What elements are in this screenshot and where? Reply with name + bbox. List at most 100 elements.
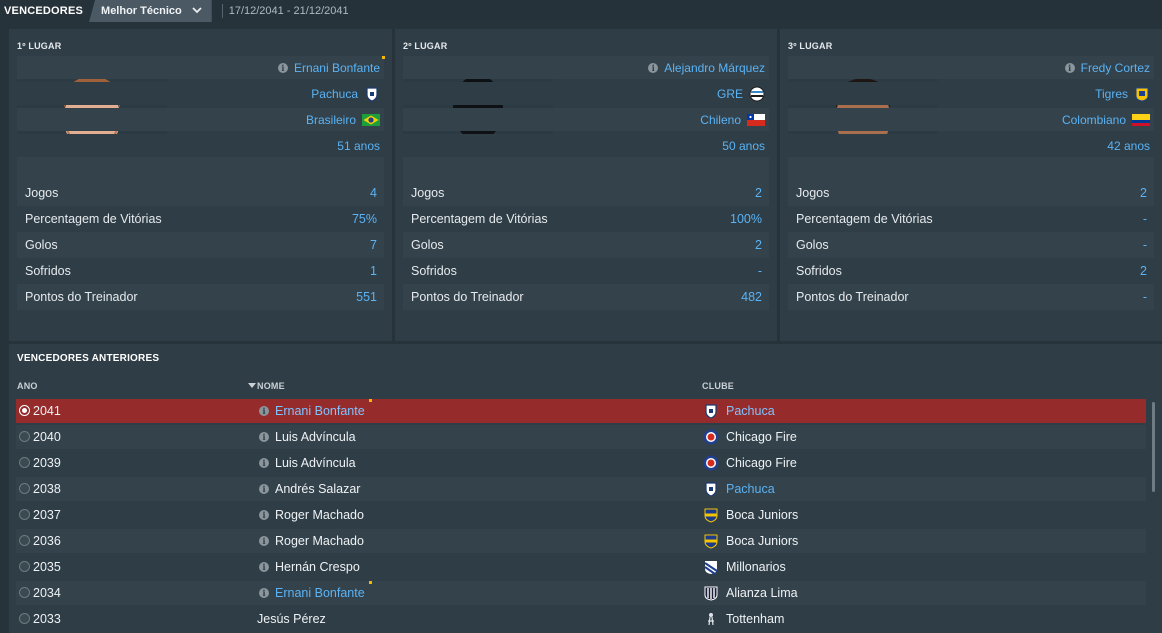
scrollbar[interactable] (1152, 402, 1155, 492)
radio-icon[interactable] (19, 587, 30, 598)
award-dropdown[interactable]: Melhor Técnico (89, 0, 212, 22)
column-header-club[interactable]: CLUBE (702, 381, 734, 391)
stat-row-conceded: Sofridos - (403, 258, 769, 284)
club-row[interactable]: Pachuca (17, 82, 384, 105)
radio-icon[interactable] (19, 535, 30, 546)
nationality-row[interactable]: Colombiano (788, 108, 1154, 131)
row-name-link[interactable]: Hernán Crespo (275, 560, 360, 574)
manager-name-row[interactable]: i Fredy Cortez (788, 56, 1154, 79)
radio-icon[interactable] (19, 561, 30, 572)
stat-value: 75% (351, 212, 377, 226)
info-icon[interactable]: i (259, 536, 269, 546)
stat-value: 1 (370, 264, 377, 278)
row-name-link[interactable]: Jesús Pérez (257, 612, 326, 626)
manager-name-row[interactable]: i Alejandro Márquez (403, 56, 769, 79)
row-name[interactable]: i Roger Machado (259, 508, 364, 522)
row-club[interactable]: Tottenham (703, 611, 784, 627)
radio-icon[interactable] (19, 613, 30, 624)
club-name[interactable]: GRE (717, 87, 743, 101)
row-club[interactable]: Boca Juniors (703, 507, 798, 523)
radio-icon[interactable] (19, 405, 30, 416)
manager-name[interactable]: Alejandro Márquez (664, 61, 765, 75)
info-icon[interactable]: i (1064, 62, 1075, 73)
row-name[interactable]: i Ernani Bonfante (259, 586, 365, 600)
row-club-link[interactable]: Tottenham (726, 612, 784, 626)
nationality-row[interactable]: Chileno (403, 108, 769, 131)
info-icon[interactable]: i (277, 62, 288, 73)
row-name[interactable]: i Luis Advíncula (259, 456, 356, 470)
row-club-link[interactable]: Pachuca (726, 482, 775, 496)
manager-name[interactable]: Ernani Bonfante (294, 61, 380, 75)
row-club[interactable]: Pachuca (703, 481, 775, 497)
row-name[interactable]: i Luis Advíncula (259, 430, 356, 444)
row-club[interactable]: Millonarios (703, 559, 786, 575)
row-club-link[interactable]: Chicago Fire (726, 456, 797, 470)
info-icon[interactable]: i (648, 62, 659, 73)
row-club-link[interactable]: Boca Juniors (726, 508, 798, 522)
nationality[interactable]: Colombiano (1062, 113, 1126, 127)
nationality[interactable]: Chileno (700, 113, 741, 127)
info-icon[interactable]: i (259, 432, 269, 442)
column-header-year[interactable]: ANO (17, 381, 38, 391)
row-name-link[interactable]: Ernani Bonfante (275, 404, 365, 418)
row-name-link[interactable]: Roger Machado (275, 508, 364, 522)
row-club-link[interactable]: Chicago Fire (726, 430, 797, 444)
place-label: 3º LUGAR (788, 41, 833, 51)
radio-icon[interactable] (19, 483, 30, 494)
row-name[interactable]: i Andrés Salazar (259, 482, 360, 496)
row-name-link[interactable]: Roger Machado (275, 534, 364, 548)
row-club-link[interactable]: Pachuca (726, 404, 775, 418)
table-row[interactable]: 2038 i Andrés Salazar Pachuca (16, 477, 1146, 501)
info-icon[interactable]: i (259, 510, 269, 520)
row-club[interactable]: Alianza Lima (703, 585, 798, 601)
table-row[interactable]: 2034 i Ernani Bonfante Alianza Lima (16, 581, 1146, 605)
row-name-link[interactable]: Luis Advíncula (275, 430, 356, 444)
row-name-link[interactable]: Andrés Salazar (275, 482, 360, 496)
row-club[interactable]: Pachuca (703, 403, 775, 419)
row-name-link[interactable]: Ernani Bonfante (275, 586, 365, 600)
row-name[interactable]: Jesús Pérez (257, 612, 326, 626)
row-club[interactable]: Chicago Fire (703, 455, 797, 471)
table-row[interactable]: 2035 i Hernán Crespo Millonarios (16, 555, 1146, 579)
row-club[interactable]: Boca Juniors (703, 533, 798, 549)
table-row[interactable]: 2036 i Roger Machado Boca Juniors (16, 529, 1146, 553)
info-icon[interactable]: i (259, 562, 269, 572)
table-row[interactable]: 2041 i Ernani Bonfante Pachuca (16, 399, 1146, 423)
table-row[interactable]: 2040 i Luis Advíncula Chicago Fire (16, 425, 1146, 449)
manager-age: 51 anos (337, 138, 380, 153)
table-row[interactable]: 2039 i Luis Advíncula Chicago Fire (16, 451, 1146, 475)
info-icon[interactable]: i (259, 406, 269, 416)
row-year: 2040 (33, 430, 61, 444)
chicago-fire-badge-icon (703, 429, 719, 445)
stat-label: Percentagem de Vitórias (796, 212, 933, 226)
column-header-name[interactable]: NOME (248, 381, 285, 391)
row-club-link[interactable]: Alianza Lima (726, 586, 798, 600)
nationality[interactable]: Brasileiro (306, 113, 356, 127)
brazil-flag-icon (362, 113, 380, 126)
date-range: 17/12/2041 - 21/12/2041 (221, 4, 349, 18)
manager-name[interactable]: Fredy Cortez (1081, 61, 1150, 75)
row-club[interactable]: Chicago Fire (703, 429, 797, 445)
info-icon[interactable]: i (259, 484, 269, 494)
nationality-row[interactable]: Brasileiro (17, 108, 384, 131)
award-dropdown-label: Melhor Técnico (101, 5, 182, 17)
row-name[interactable]: i Ernani Bonfante (259, 404, 365, 418)
radio-icon[interactable] (19, 457, 30, 468)
info-icon[interactable]: i (259, 458, 269, 468)
radio-icon[interactable] (19, 431, 30, 442)
stat-label: Golos (25, 238, 58, 252)
row-name-link[interactable]: Luis Advíncula (275, 456, 356, 470)
info-icon[interactable]: i (259, 588, 269, 598)
row-club-link[interactable]: Boca Juniors (726, 534, 798, 548)
row-name[interactable]: i Hernán Crespo (259, 560, 360, 574)
club-name[interactable]: Pachuca (311, 87, 358, 101)
club-row[interactable]: Tigres (788, 82, 1154, 105)
row-name[interactable]: i Roger Machado (259, 534, 364, 548)
row-club-link[interactable]: Millonarios (726, 560, 786, 574)
radio-icon[interactable] (19, 509, 30, 520)
table-row[interactable]: 2033 Jesús Pérez Tottenham (16, 607, 1146, 631)
club-name[interactable]: Tigres (1095, 87, 1128, 101)
manager-name-row[interactable]: i Ernani Bonfante (17, 56, 384, 79)
table-row[interactable]: 2037 i Roger Machado Boca Juniors (16, 503, 1146, 527)
club-row[interactable]: GRE (403, 82, 769, 105)
